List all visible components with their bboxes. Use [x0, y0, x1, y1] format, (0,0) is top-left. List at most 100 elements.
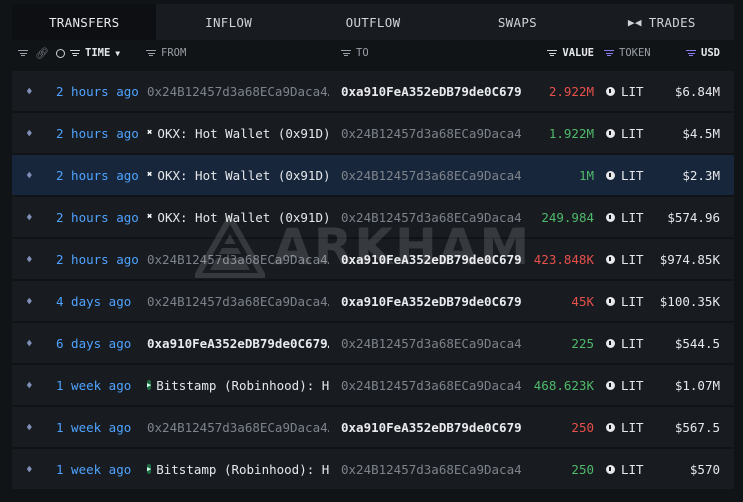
- to-cell[interactable]: 0x24B12457d3a68ECa9Daca4…: [341, 197, 521, 237]
- token-cell[interactable]: LIT: [606, 365, 656, 405]
- from-cell[interactable]: 0x24B12457d3a68ECa9Daca4…: [147, 407, 329, 447]
- time-link[interactable]: 2 hours ago: [56, 210, 139, 225]
- table-row[interactable]: ♦︎ 2 hours ago ✖︎ OKX: Hot Wallet (0x91D) 0x…: [12, 113, 734, 153]
- time-cell[interactable]: 4 days ago: [56, 281, 148, 321]
- time-cell[interactable]: 2 hours ago: [56, 71, 148, 111]
- time-link[interactable]: 1 week ago: [56, 420, 131, 435]
- to-cell[interactable]: 0x24B12457d3a68ECa9Daca4…: [341, 365, 521, 405]
- from-address[interactable]: 0x24B12457d3a68ECa9Daca4…: [147, 252, 329, 267]
- table-row[interactable]: ♦︎ 1 week ago ▶︎ Bitstamp (Robinhood): H 0x2…: [12, 365, 734, 405]
- time-link[interactable]: 2 hours ago: [56, 126, 139, 141]
- to-address[interactable]: 0x24B12457d3a68ECa9Daca4…: [341, 462, 521, 477]
- tab-swaps[interactable]: SWAPS: [445, 4, 590, 40]
- tab-transfers[interactable]: TRANSFERS: [12, 4, 157, 40]
- table-row[interactable]: ♦︎ 2 hours ago 0x24B12457d3a68ECa9Daca4… 0x…: [12, 239, 734, 279]
- to-cell[interactable]: 0x24B12457d3a68ECa9Daca4…: [341, 323, 521, 363]
- tab-label: TRADES: [648, 14, 696, 30]
- time-link[interactable]: 1 week ago: [56, 378, 131, 393]
- from-entity[interactable]: Bitstamp (Robinhood): H: [156, 462, 329, 477]
- time-cell[interactable]: 1 week ago: [56, 365, 148, 405]
- token-cell[interactable]: LIT: [606, 323, 656, 363]
- to-cell[interactable]: 0x24B12457d3a68ECa9Daca4…: [341, 155, 521, 195]
- tab-inflow[interactable]: INFLOW: [156, 4, 301, 40]
- table-row[interactable]: ♦︎ 4 days ago 0x24B12457d3a68ECa9Daca4… 0xa…: [12, 281, 734, 321]
- from-address[interactable]: 0xa910FeA352eDB79de0C679…: [147, 336, 329, 351]
- to-address[interactable]: 0x24B12457d3a68ECa9Daca4…: [341, 168, 521, 183]
- from-cell[interactable]: ✖︎ OKX: Hot Wallet (0x91D): [147, 113, 329, 153]
- usd-column-header[interactable]: USD: [672, 44, 720, 62]
- from-entity[interactable]: OKX: Hot Wallet (0x91D): [157, 126, 329, 141]
- from-cell[interactable]: ▶︎ Bitstamp (Robinhood): H: [147, 365, 329, 405]
- token-cell[interactable]: LIT: [606, 449, 656, 489]
- time-cell[interactable]: 1 week ago: [56, 449, 148, 489]
- from-address[interactable]: 0x24B12457d3a68ECa9Daca4…: [147, 84, 329, 99]
- token-symbol: LIT: [621, 167, 644, 183]
- time-link[interactable]: 6 days ago: [56, 336, 131, 351]
- from-cell[interactable]: 0xa910FeA352eDB79de0C679…: [147, 323, 329, 363]
- filter-icon: [146, 49, 156, 57]
- from-entity[interactable]: OKX: Hot Wallet (0x91D): [157, 210, 329, 225]
- to-address[interactable]: 0xa910FeA352eDB79de0C679…: [341, 294, 521, 309]
- time-link[interactable]: 1 week ago: [56, 462, 131, 477]
- tab-outflow[interactable]: OUTFLOW: [300, 4, 446, 40]
- time-link[interactable]: 4 days ago: [56, 294, 131, 309]
- table-row[interactable]: ♦︎ 1 week ago 0x24B12457d3a68ECa9Daca4… 0xa…: [12, 407, 734, 447]
- token-cell[interactable]: LIT: [606, 71, 656, 111]
- time-link[interactable]: 2 hours ago: [56, 252, 139, 267]
- from-column-header[interactable]: FROM: [146, 44, 186, 62]
- time-link[interactable]: 2 hours ago: [56, 168, 139, 183]
- time-cell[interactable]: 1 week ago: [56, 407, 148, 447]
- from-cell[interactable]: 0x24B12457d3a68ECa9Daca4…: [147, 281, 329, 321]
- token-cell[interactable]: LIT: [606, 407, 656, 447]
- to-address[interactable]: 0x24B12457d3a68ECa9Daca4…: [341, 126, 521, 141]
- to-address[interactable]: 0x24B12457d3a68ECa9Daca4…: [341, 378, 521, 393]
- token-cell[interactable]: LIT: [606, 113, 656, 153]
- time-column-header[interactable]: TIME ▼: [56, 44, 120, 62]
- to-column-header[interactable]: TO: [341, 44, 369, 62]
- from-entity[interactable]: Bitstamp (Robinhood): H: [156, 378, 329, 393]
- to-cell[interactable]: 0xa910FeA352eDB79de0C679…: [341, 71, 521, 111]
- table-row[interactable]: ♦︎ 2 hours ago ✖︎ OKX: Hot Wallet (0x91D) 0x…: [12, 155, 734, 195]
- from-cell[interactable]: 0x24B12457d3a68ECa9Daca4…: [147, 239, 329, 279]
- value-column-header[interactable]: VALUE: [532, 44, 594, 62]
- time-cell[interactable]: 2 hours ago: [56, 113, 148, 153]
- to-address[interactable]: 0x24B12457d3a68ECa9Daca4…: [341, 210, 521, 225]
- to-address[interactable]: 0xa910FeA352eDB79de0C679…: [341, 252, 521, 267]
- from-address[interactable]: 0x24B12457d3a68ECa9Daca4…: [147, 294, 329, 309]
- time-header-label: TIME: [85, 47, 111, 59]
- token-cell[interactable]: LIT: [606, 239, 656, 279]
- time-cell[interactable]: 2 hours ago: [56, 197, 148, 237]
- chain-filter[interactable]: 🔗︎: [18, 44, 49, 62]
- tab-trades[interactable]: ▶◀ TRADES: [589, 4, 735, 40]
- time-link[interactable]: 2 hours ago: [56, 84, 139, 99]
- from-address[interactable]: 0x24B12457d3a68ECa9Daca4…: [147, 420, 329, 435]
- table-row[interactable]: ♦︎ 1 week ago ▶︎ Bitstamp (Robinhood): H 0x2…: [12, 449, 734, 489]
- from-entity[interactable]: OKX: Hot Wallet (0x91D): [157, 168, 329, 183]
- table-row[interactable]: ♦︎ 6 days ago 0xa910FeA352eDB79de0C679… 0x2…: [12, 323, 734, 363]
- from-cell[interactable]: 0x24B12457d3a68ECa9Daca4…: [147, 71, 329, 111]
- to-address[interactable]: 0xa910FeA352eDB79de0C679…: [341, 420, 521, 435]
- token-cell[interactable]: LIT: [606, 155, 656, 195]
- token-cell[interactable]: LIT: [606, 197, 656, 237]
- to-cell[interactable]: 0x24B12457d3a68ECa9Daca4…: [341, 113, 521, 153]
- time-cell[interactable]: 2 hours ago: [56, 239, 148, 279]
- from-cell[interactable]: ✖︎ OKX: Hot Wallet (0x91D): [147, 197, 329, 237]
- to-cell[interactable]: 0x24B12457d3a68ECa9Daca4…: [341, 449, 521, 489]
- time-cell[interactable]: 6 days ago: [56, 323, 148, 363]
- table-row[interactable]: ♦︎ 2 hours ago ✖︎ OKX: Hot Wallet (0x91D) 0x…: [12, 197, 734, 237]
- token-cell[interactable]: LIT: [606, 281, 656, 321]
- token-symbol: LIT: [621, 377, 644, 393]
- usd-amount: $6.84M: [674, 83, 720, 99]
- to-cell[interactable]: 0xa910FeA352eDB79de0C679…: [341, 239, 521, 279]
- time-cell[interactable]: 2 hours ago: [56, 155, 148, 195]
- to-cell[interactable]: 0xa910FeA352eDB79de0C679…: [341, 407, 521, 447]
- token-column-header[interactable]: TOKEN: [604, 44, 651, 62]
- from-cell[interactable]: ✖︎ OKX: Hot Wallet (0x91D): [147, 155, 329, 195]
- table-row[interactable]: ♦︎ 2 hours ago 0x24B12457d3a68ECa9Daca4… 0x…: [12, 71, 734, 111]
- to-cell[interactable]: 0xa910FeA352eDB79de0C679…: [341, 281, 521, 321]
- from-cell[interactable]: ▶︎ Bitstamp (Robinhood): H: [147, 449, 329, 489]
- to-address[interactable]: 0x24B12457d3a68ECa9Daca4…: [341, 336, 521, 351]
- value-cell: 1.922M: [512, 113, 594, 153]
- to-address[interactable]: 0xa910FeA352eDB79de0C679…: [341, 84, 521, 99]
- okx-logo-icon: ✖︎: [147, 128, 153, 138]
